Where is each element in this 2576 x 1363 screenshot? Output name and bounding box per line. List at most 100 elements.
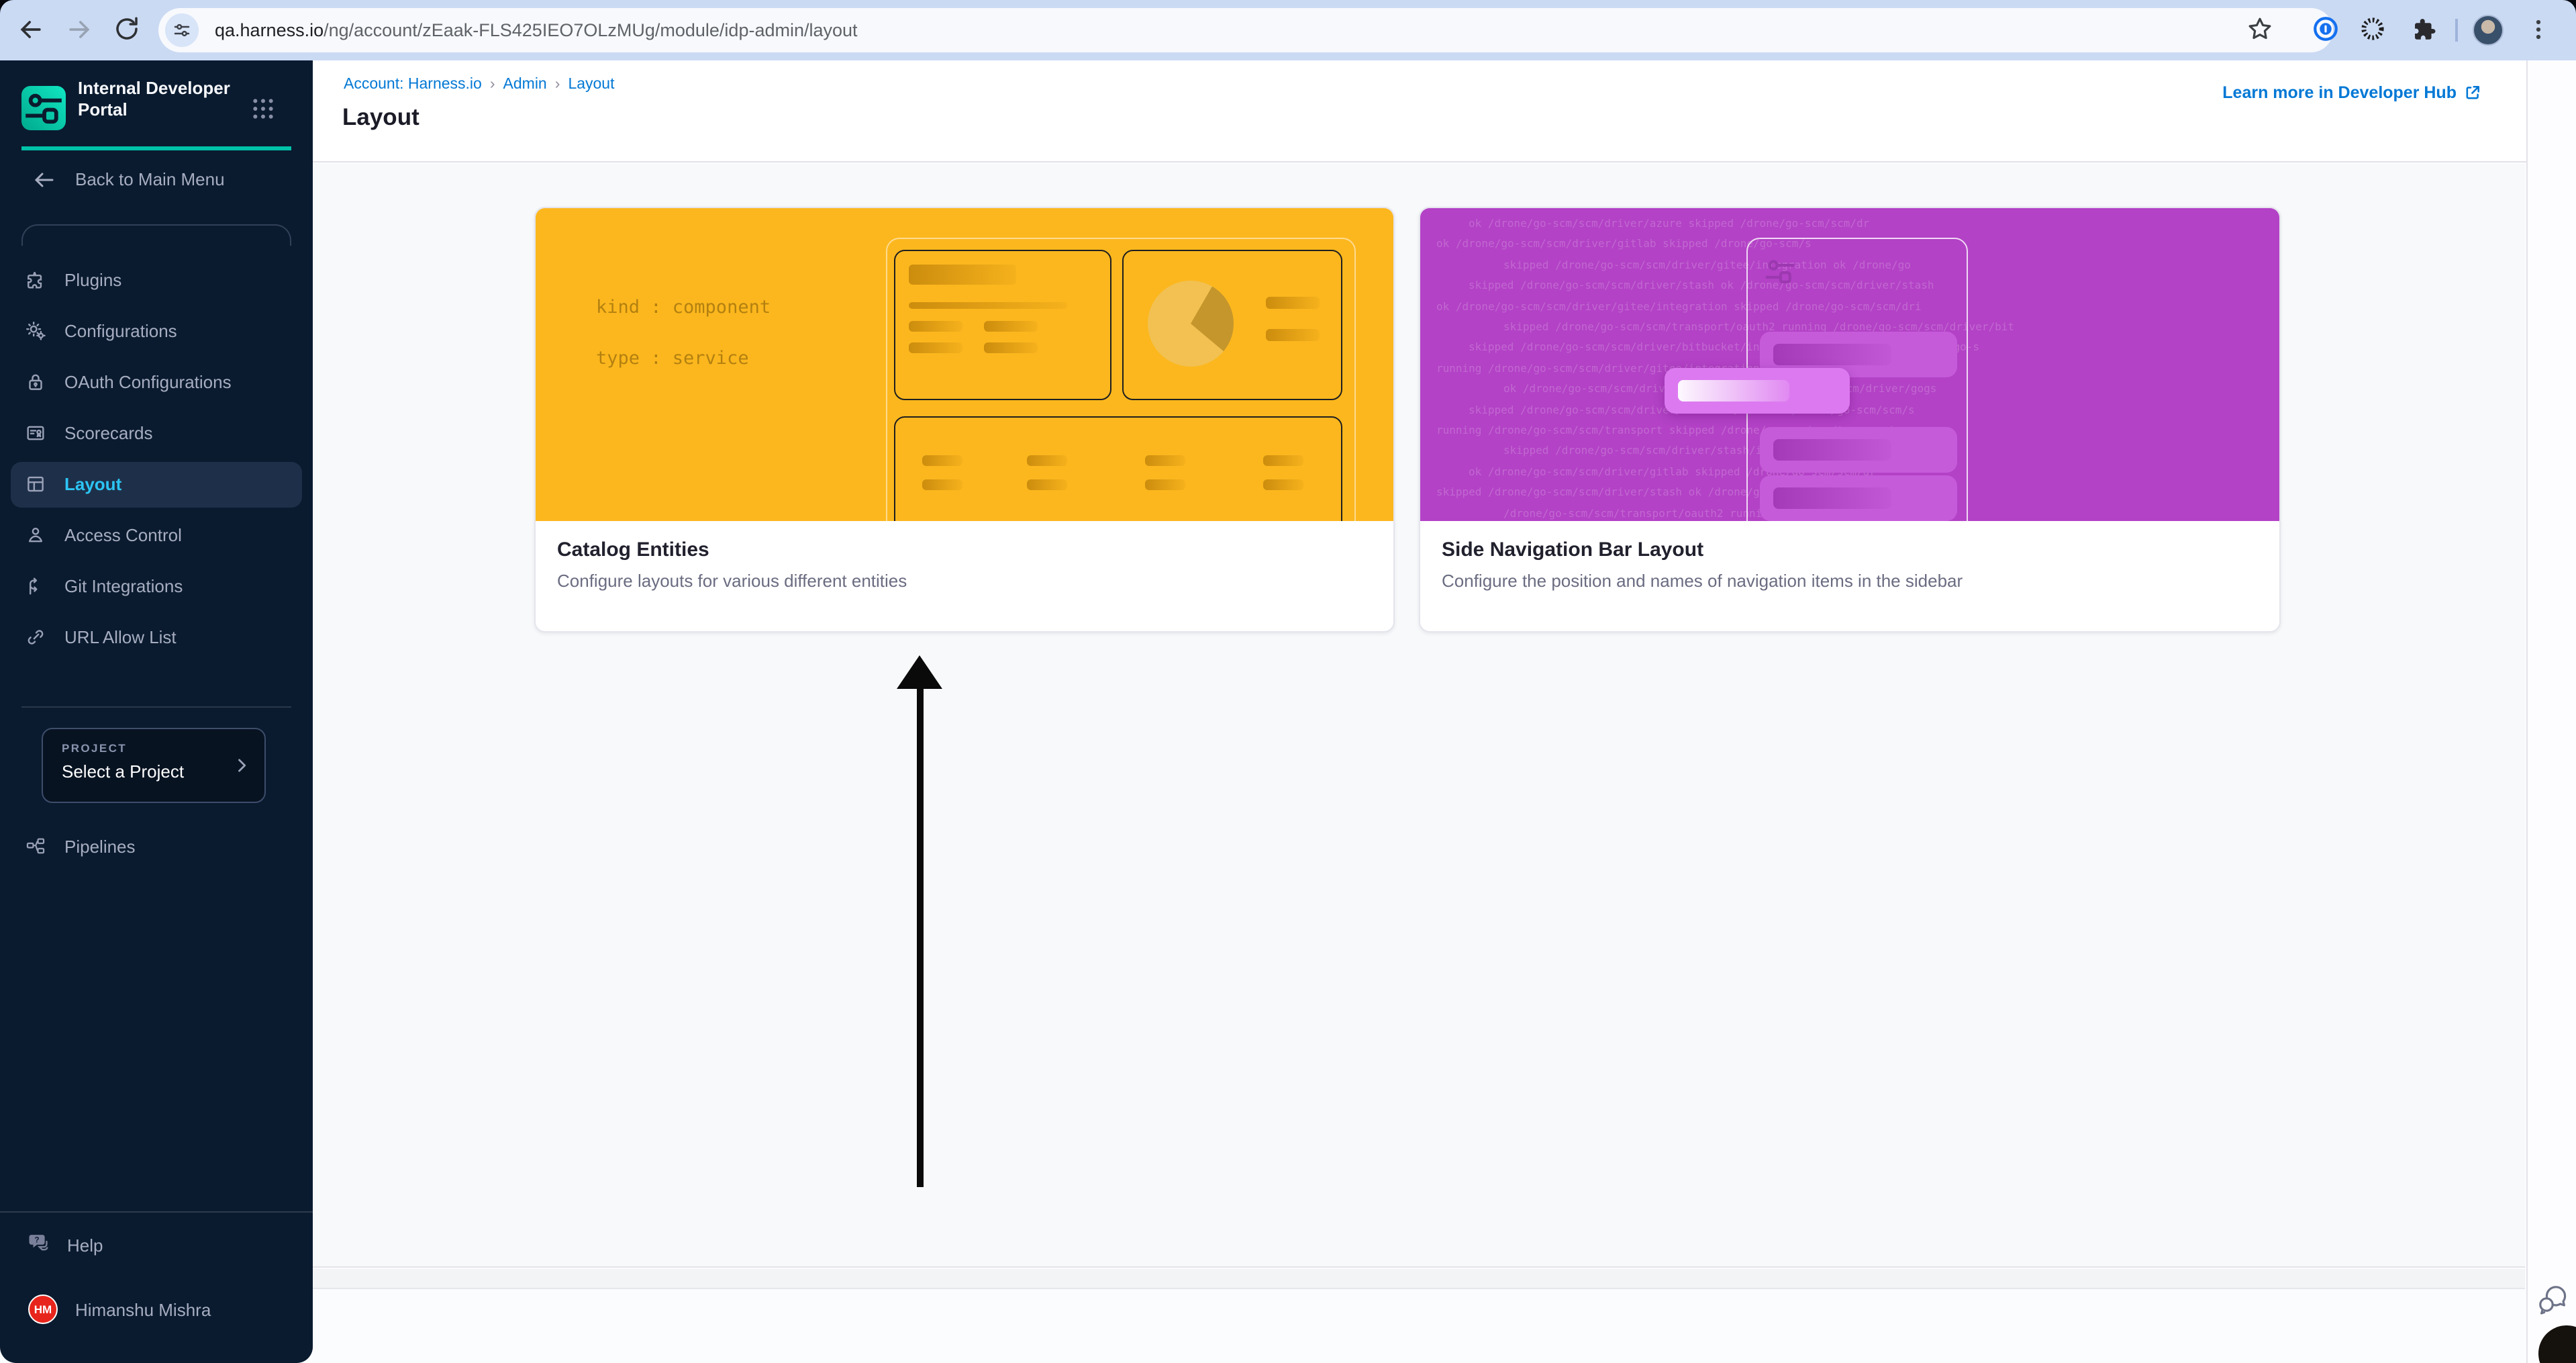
project-value: Select a Project xyxy=(62,761,185,782)
card-description: Configure layouts for various different … xyxy=(557,571,907,591)
user-menu[interactable]: HM Himanshu Mishra xyxy=(11,1289,302,1332)
person-icon xyxy=(29,528,42,543)
svg-text:?: ? xyxy=(34,1235,39,1244)
breadcrumb-separator xyxy=(482,77,503,93)
annotation-arrow-line xyxy=(917,686,923,1187)
site-settings-icon[interactable] xyxy=(165,13,199,47)
sidebar-item-layout[interactable]: Layout xyxy=(11,462,302,508)
catalog-entities-card[interactable]: kind : component type : service Catalog … xyxy=(534,207,1395,632)
catalog-entities-illustration: kind : component type : service xyxy=(536,208,1393,521)
sidebar-item-label: OAuth Configurations xyxy=(64,372,232,392)
sidebar-item-oauth-configurations[interactable]: OAuth Configurations xyxy=(11,360,302,406)
breadcrumb: Account: Harness.io Admin Layout xyxy=(344,77,615,93)
project-selector[interactable]: PROJECT Select a Project xyxy=(42,728,266,803)
card-title: Side Navigation Bar Layout xyxy=(1442,538,1704,561)
card-body: Catalog Entities Configure layouts for v… xyxy=(536,521,1393,608)
browser-forward-button[interactable] xyxy=(64,15,94,44)
help-chat-icon: ? xyxy=(29,1235,48,1251)
sidebar-item-label: URL Allow List xyxy=(64,627,177,647)
help-divider xyxy=(0,1211,313,1213)
mock-chart-panel xyxy=(1122,250,1342,400)
back-to-main-menu-button[interactable]: Back to Main Menu xyxy=(21,161,291,199)
chat-support-icon[interactable] xyxy=(2536,1282,2571,1317)
sidebar-item-pipelines[interactable]: Pipelines xyxy=(11,825,302,870)
sidebar-item-label: Scorecards xyxy=(64,423,153,443)
breadcrumb-account-link[interactable]: Account: Harness.io xyxy=(344,77,482,93)
card-body: Side Navigation Bar Layout Configure the… xyxy=(1420,521,2279,608)
mock-about-panel xyxy=(894,250,1111,400)
screen: qa.harness.io/ng/account/zEaak-FLS425IEO… xyxy=(0,0,2576,1363)
menu-panel-border xyxy=(21,224,291,246)
sidebar-item-plugins[interactable]: Plugins xyxy=(11,258,302,303)
sidebar-item-help[interactable]: ? Help xyxy=(11,1223,302,1264)
chevron-right-icon xyxy=(238,759,246,772)
browser-menu-icon[interactable] xyxy=(2529,15,2548,44)
sidebar-item-label: Configurations xyxy=(64,321,177,341)
layout-icon xyxy=(28,476,44,492)
yaml-snippet: kind : component type : service xyxy=(596,297,771,369)
annotation-arrow-head xyxy=(897,655,942,689)
idp-logo-icon xyxy=(21,86,66,130)
user-avatar: HM xyxy=(28,1295,58,1324)
brand-title: Internal Developer Portal xyxy=(78,78,230,120)
footer-band xyxy=(313,1269,2525,1289)
mock-table-panel xyxy=(894,416,1342,521)
side-nav-layout-card[interactable]: ok /drone/go-scm/scm/driver/azure skippe… xyxy=(1419,207,2281,632)
mock-nav-item xyxy=(1760,475,1957,521)
main-area: Account: Harness.io Admin Layout Layout Le… xyxy=(313,60,2576,1363)
mock-nav-item xyxy=(1760,427,1957,473)
learn-more-link[interactable]: Learn more in Developer Hub xyxy=(2222,83,2482,102)
card-title: Catalog Entities xyxy=(557,538,709,561)
mock-pie-chart xyxy=(1148,281,1234,367)
lock-icon xyxy=(29,374,42,390)
page-title: Layout xyxy=(342,103,419,130)
side-nav-illustration: ok /drone/go-scm/scm/driver/azure skippe… xyxy=(1420,208,2279,521)
url-path: /ng/account/zEaak-FLS425IEO7OLzMUg/modul… xyxy=(324,20,858,40)
url-text: qa.harness.io/ng/account/zEaak-FLS425IEO… xyxy=(215,8,858,52)
project-divider xyxy=(21,706,291,708)
browser-profile-avatar[interactable] xyxy=(2473,15,2504,46)
sidebar-item-label: Git Integrations xyxy=(64,576,183,596)
sidebar-item-label: Pipelines xyxy=(64,837,136,857)
breadcrumb-admin-link[interactable]: Admin xyxy=(503,77,547,93)
sidebar: Internal Developer Portal Back to Main M… xyxy=(0,60,313,1363)
external-link-icon xyxy=(2466,85,2480,99)
breadcrumb-layout-link[interactable]: Layout xyxy=(568,77,614,93)
spinner-extension-icon[interactable] xyxy=(2359,15,2388,44)
breadcrumb-separator xyxy=(547,77,568,93)
browser-chrome: qa.harness.io/ng/account/zEaak-FLS425IEO… xyxy=(0,0,2576,60)
sidebar-item-label: Layout xyxy=(64,474,122,494)
bookmark-star-icon[interactable] xyxy=(2246,15,2275,44)
teal-accent-divider xyxy=(21,146,291,150)
gears-icon xyxy=(26,322,46,340)
browser-back-button[interactable] xyxy=(16,15,46,44)
sidebar-item-url-allow-list[interactable]: URL Allow List xyxy=(11,615,302,661)
arrow-left-icon xyxy=(34,173,54,187)
toolbar-divider xyxy=(2455,19,2458,42)
extensions-puzzle-icon[interactable] xyxy=(2410,15,2439,44)
sidebar-item-configurations[interactable]: Configurations xyxy=(11,309,302,355)
git-branch-icon xyxy=(30,577,38,595)
sidebar-item-scorecards[interactable]: Scorecards xyxy=(11,411,302,457)
module-grid-icon[interactable] xyxy=(250,95,277,122)
sidebar-item-access-control[interactable]: Access Control xyxy=(11,513,302,559)
url-host: qa.harness.io xyxy=(215,20,324,40)
sidebar-item-git-integrations[interactable]: Git Integrations xyxy=(11,564,302,610)
content-panel: kind : component type : service Catalog … xyxy=(313,164,2525,1268)
sidebar-item-label: Plugins xyxy=(64,270,122,290)
user-name: Himanshu Mishra xyxy=(75,1300,211,1320)
link-icon xyxy=(28,630,44,645)
scorecard-icon xyxy=(27,426,44,440)
mock-nav-item-highlighted xyxy=(1665,368,1850,414)
mock-idp-logo-icon xyxy=(1763,254,1797,289)
browser-reload-button[interactable] xyxy=(113,15,142,44)
sidebar-item-label: Access Control xyxy=(64,525,182,545)
password-manager-extension-icon[interactable] xyxy=(2312,15,2341,44)
app-window: Internal Developer Portal Back to Main M… xyxy=(0,60,2576,1363)
address-bar[interactable]: qa.harness.io/ng/account/zEaak-FLS425IEO… xyxy=(158,8,2333,52)
right-gutter xyxy=(2526,60,2576,1363)
back-label: Back to Main Menu xyxy=(75,169,225,189)
project-label: PROJECT xyxy=(62,741,128,755)
sidebar-item-label: Help xyxy=(67,1235,103,1256)
card-description: Configure the position and names of navi… xyxy=(1442,571,1963,591)
